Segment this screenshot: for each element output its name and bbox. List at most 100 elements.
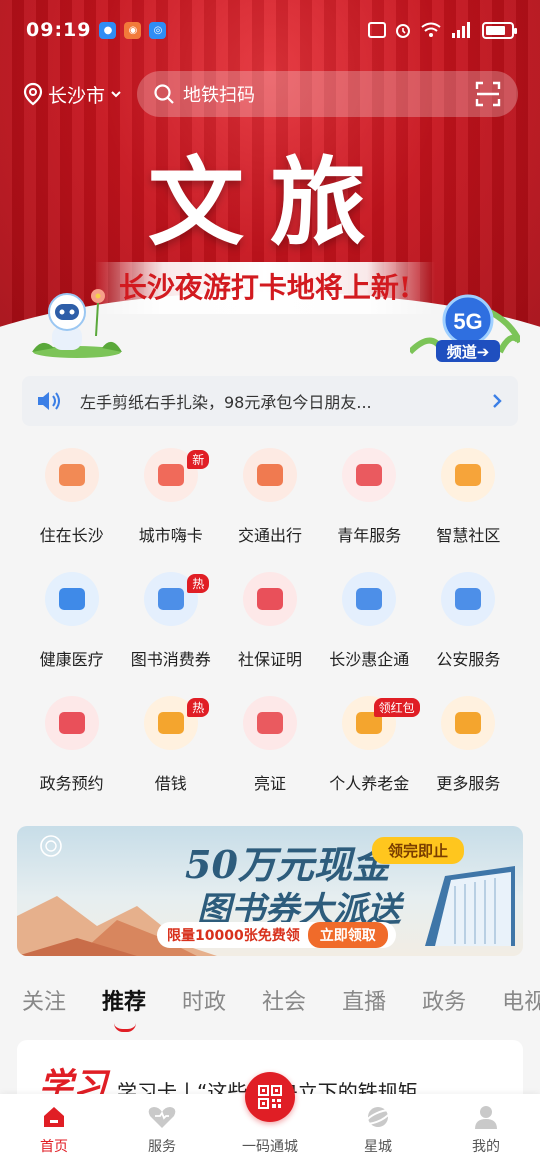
service-label: 社保证明 xyxy=(237,650,302,669)
top-bar: 长沙市 地铁扫码 xyxy=(22,70,518,118)
home-icon xyxy=(44,1107,64,1127)
city-name: 长沙市 xyxy=(48,84,106,107)
bottom-navigation: 首页 服务 一码通城 星城 我的 xyxy=(0,1072,540,1166)
news-tabs: 关注 推荐 时政 社会 直播 政务 电视 xyxy=(22,984,540,1032)
service-item[interactable]: 长沙惠企通 xyxy=(320,564,419,688)
service-item[interactable]: 住在长沙 xyxy=(22,440,121,564)
tab-item[interactable]: 时政 xyxy=(182,984,226,1024)
icon-glyph xyxy=(256,712,283,734)
status-time: 09:19 xyxy=(26,19,92,41)
nav-home[interactable]: 首页 xyxy=(0,1094,108,1166)
service-item[interactable]: 政务预约 xyxy=(22,688,121,812)
service-item[interactable]: 借钱 热 xyxy=(121,688,220,812)
robot-mascot-icon xyxy=(32,289,122,358)
service-label: 个人养老金 xyxy=(329,774,410,793)
icon-glyph xyxy=(157,464,184,486)
service-label: 城市嗨卡 xyxy=(138,526,203,545)
service-label: 更多服务 xyxy=(436,774,501,793)
chevron-down-icon xyxy=(111,91,121,98)
service-item[interactable]: 健康医疗 xyxy=(22,564,121,688)
hero-subtitle: 长沙夜游打卡地将上新! xyxy=(95,262,435,314)
nav-label-service: 服务 xyxy=(148,1139,176,1155)
book-fair-logo xyxy=(39,834,169,860)
service-label: 长沙惠企通 xyxy=(329,650,410,669)
quota-text: 限量10000张免费领 xyxy=(167,928,300,944)
search-app-icon: ◎ xyxy=(149,21,167,39)
nav-citycode[interactable]: 一码通城 xyxy=(216,1072,324,1166)
service-item[interactable]: 更多服务 xyxy=(419,688,518,812)
book-voucher-banner[interactable]: 50万元现金 图书券大派送 领完即止 限量10000张免费领 立即领取 xyxy=(17,826,523,956)
icon-glyph xyxy=(256,464,283,486)
scan-icon[interactable] xyxy=(474,80,502,108)
nav-label-profile: 我的 xyxy=(472,1139,500,1155)
tab-item[interactable]: 直播 xyxy=(342,984,386,1024)
icon-glyph xyxy=(256,588,283,610)
icon-glyph xyxy=(157,712,184,734)
police-badge-icon xyxy=(441,572,496,626)
service-item[interactable]: 公安服务 xyxy=(419,564,518,688)
limited-pill: 领完即止 xyxy=(372,837,465,864)
service-item[interactable]: 社保证明 xyxy=(220,564,319,688)
location-pin-icon xyxy=(23,82,43,106)
tab-item[interactable]: 关注 xyxy=(22,984,66,1024)
quota-strip: 限量10000张免费领 立即领取 xyxy=(157,922,396,948)
icon-glyph xyxy=(356,588,383,610)
tab-item[interactable]: 推荐 xyxy=(102,984,146,1032)
tab-item[interactable]: 电视 xyxy=(502,984,540,1024)
service-label: 智慧社区 xyxy=(436,526,501,545)
qr-code-icon xyxy=(258,1085,282,1109)
nav-service[interactable]: 服务 xyxy=(108,1094,216,1166)
speaker-icon xyxy=(38,392,60,410)
home-heart-icon xyxy=(441,448,496,502)
service-tag: 领红包 xyxy=(373,698,420,717)
icon-glyph xyxy=(58,712,85,734)
service-label: 青年服务 xyxy=(337,526,402,545)
enterprise-book-icon xyxy=(342,572,397,626)
service-label: 交通出行 xyxy=(237,526,302,545)
service-item[interactable]: 城市嗨卡 新 xyxy=(121,440,220,564)
service-item[interactable]: 智慧社区 xyxy=(419,440,518,564)
service-label: 图书消费券 xyxy=(130,650,211,669)
service-item[interactable]: 个人养老金 领红包 xyxy=(320,688,420,812)
search-placeholder: 地铁扫码 xyxy=(183,85,256,106)
service-label: 住在长沙 xyxy=(39,526,104,545)
tab-item[interactable]: 政务 xyxy=(422,984,466,1024)
search-bar[interactable]: 地铁扫码 xyxy=(137,71,518,117)
city-selector[interactable]: 长沙市 xyxy=(22,81,123,108)
claim-button[interactable]: 立即领取 xyxy=(307,922,388,948)
service-label: 公安服务 xyxy=(436,650,501,669)
chevron-right-icon xyxy=(493,394,502,408)
service-tag: 热 xyxy=(187,574,210,593)
nav-profile[interactable]: 我的 xyxy=(432,1094,540,1166)
service-item[interactable]: 亮证 xyxy=(220,688,319,812)
channel-label: 频道➔ xyxy=(447,343,490,361)
banner-headline: 50万元现金 xyxy=(185,842,390,887)
medical-kit-icon xyxy=(44,572,99,626)
icon-glyph xyxy=(455,712,482,734)
car-icon xyxy=(242,448,297,502)
message-app-icon: ● xyxy=(99,21,117,39)
id-card-icon xyxy=(242,696,297,750)
shield-search-icon xyxy=(242,572,297,626)
service-label: 借钱 xyxy=(154,774,187,793)
alarm-icon xyxy=(396,24,410,38)
battery-level xyxy=(486,25,506,35)
tab-item[interactable]: 社会 xyxy=(262,984,306,1024)
icon-glyph xyxy=(157,588,184,610)
service-item[interactable]: 图书消费券 热 xyxy=(121,564,220,688)
nav-starcity[interactable]: 星城 xyxy=(324,1094,432,1166)
service-item[interactable]: 青年服务 xyxy=(320,440,419,564)
icon-glyph xyxy=(58,588,85,610)
notice-bar[interactable]: 左手剪纸右手扎染，98元承包今日朋友... xyxy=(22,376,518,426)
house-card-icon xyxy=(44,448,99,502)
planet-icon xyxy=(365,1107,391,1127)
icon-glyph xyxy=(356,464,383,486)
battery-icon xyxy=(482,21,517,39)
qr-code-button[interactable] xyxy=(245,1072,295,1122)
service-heart-icon xyxy=(148,1107,176,1128)
5g-channel-badge[interactable]: 5G 频道➔ xyxy=(410,292,520,364)
grid-more-icon xyxy=(441,696,496,750)
service-item[interactable]: 交通出行 xyxy=(220,440,319,564)
user-icon xyxy=(475,1106,497,1129)
people-icon xyxy=(342,448,397,502)
